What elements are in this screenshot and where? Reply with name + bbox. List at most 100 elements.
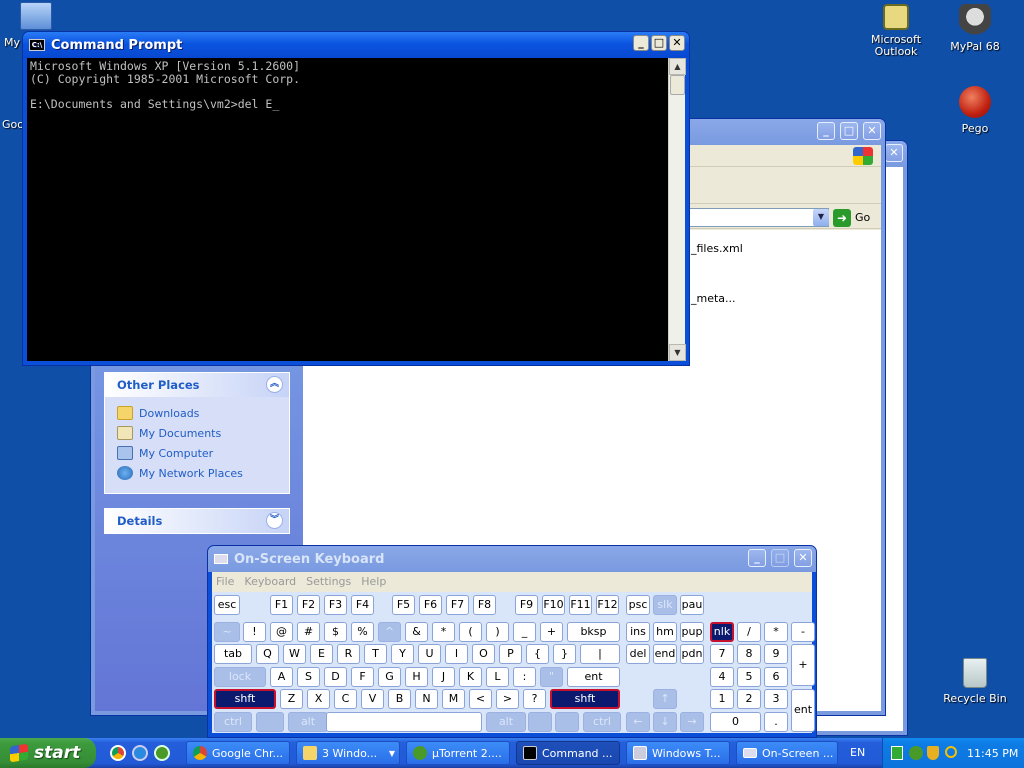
key-A[interactable]: A [270,667,293,687]
menu-settings[interactable]: Settings [306,575,351,588]
key-47[interactable]: / [737,622,761,642]
osk-window[interactable]: On-Screen Keyboard _ □ ✕ File Keyboard S… [207,545,817,738]
key-R[interactable]: R [337,644,360,664]
key-8[interactable]: 8 [737,644,761,664]
key-123[interactable]: { [526,644,549,664]
key-T[interactable]: T [364,644,387,664]
key-63[interactable]: ? [523,689,546,709]
key-1[interactable]: 1 [710,689,734,709]
panel-header[interactable]: Details ︾ [105,509,289,533]
menu-keyboard[interactable]: Keyboard [244,575,296,588]
place-my-documents[interactable]: My Documents [105,423,289,443]
chrome-quicklaunch-icon[interactable] [110,745,126,761]
key-hm[interactable]: hm [653,622,677,642]
key-F10[interactable]: F10 [542,595,565,615]
taskbar-item-osk[interactable]: On-Screen ... [736,741,838,765]
key-9[interactable]: 9 [764,644,788,664]
key-nlk[interactable]: nlk [710,622,734,642]
key-64[interactable]: @ [270,622,293,642]
taskbar-item-utorrent[interactable]: µTorrent 2.... [406,741,510,765]
key-pau[interactable]: pau [680,595,704,615]
key-K[interactable]: K [459,667,482,687]
key-shft[interactable]: shft [214,689,276,709]
scroll-thumb[interactable] [670,75,685,95]
key-J[interactable]: J [432,667,455,687]
collapse-icon[interactable]: ︽ [266,376,283,393]
key-F[interactable]: F [351,667,374,687]
key-35[interactable]: # [297,622,320,642]
key-126[interactable]: ~ [214,622,240,642]
key-bksp[interactable]: bksp [567,622,620,642]
ie-quicklaunch-icon[interactable] [132,745,148,761]
scroll-up-arrow[interactable]: ▲ [669,58,686,75]
key-slk[interactable]: slk [653,595,677,615]
key-G[interactable]: G [378,667,401,687]
key-F5[interactable]: F5 [392,595,415,615]
desktop-icon-google[interactable]: Goo [2,118,24,131]
minimize-button[interactable]: _ [817,122,835,140]
utorrent-quicklaunch-icon[interactable] [154,745,170,761]
key-2[interactable]: 2 [737,689,761,709]
key-shft[interactable]: shft [550,689,620,709]
desktop-icon-recycle-bin[interactable]: Recycle Bin [937,658,1013,705]
key-94[interactable]: ^ [378,622,401,642]
key-46[interactable]: . [764,712,788,732]
key-F8[interactable]: F8 [473,595,496,615]
title-bar[interactable]: C:\ Command Prompt [23,32,689,58]
key-40[interactable]: ( [459,622,482,642]
panel-header[interactable]: Other Places ︽ [105,373,289,397]
taskbar-item-windows-task[interactable]: Windows T... [626,741,730,765]
key-38[interactable]: & [405,622,428,642]
key-F6[interactable]: F6 [419,595,442,615]
list-item[interactable]: _files.xml [691,242,743,255]
close-button[interactable]: ✕ [794,549,812,567]
list-item[interactable]: _meta... [691,292,736,305]
maximize-button[interactable]: □ [651,35,667,51]
taskbar-item-chrome[interactable]: Google Chr... [186,741,290,765]
place-downloads[interactable]: Downloads [105,403,289,423]
menu-file[interactable]: File [216,575,234,588]
desktop-icon-outlook[interactable]: Microsoft Outlook [858,4,934,58]
key-36[interactable]: $ [324,622,347,642]
key-ins[interactable]: ins [626,622,650,642]
key-esc[interactable]: esc [214,595,240,615]
key-del[interactable]: del [626,644,650,664]
key-62[interactable]: > [496,689,519,709]
menu-help[interactable]: Help [361,575,386,588]
key-43[interactable]: + [540,622,563,642]
go-button[interactable]: ➜ Go [833,208,870,227]
start-button[interactable]: start [0,738,96,768]
key-43[interactable]: + [791,644,815,686]
key-41[interactable]: ) [486,622,509,642]
key-3[interactable]: 3 [764,689,788,709]
key-F9[interactable]: F9 [515,595,538,615]
shield-tray-icon[interactable] [927,746,939,760]
key-E[interactable]: E [310,644,333,664]
key-58[interactable]: : [513,667,536,687]
key-0[interactable]: 0 [710,712,761,732]
key-F7[interactable]: F7 [446,595,469,615]
key-blank[interactable] [256,712,284,732]
vertical-scrollbar[interactable]: ▲ ▼ [668,58,686,361]
key-psc[interactable]: psc [626,595,650,615]
key-8595[interactable]: ↓ [653,712,677,732]
key-4[interactable]: 4 [710,667,734,687]
minimize-button[interactable]: _ [748,549,766,567]
key-125[interactable]: } [553,644,576,664]
address-dropdown-icon[interactable]: ▼ [813,209,829,226]
key-37[interactable]: % [351,622,374,642]
key-H[interactable]: H [405,667,428,687]
clock[interactable]: 11:45 PM [967,747,1018,760]
key-D[interactable]: D [324,667,347,687]
key-124[interactable]: | [580,644,620,664]
key-ent[interactable]: ent [791,689,815,732]
key-alt[interactable]: alt [486,712,526,732]
key-blank[interactable] [528,712,552,732]
key-5[interactable]: 5 [737,667,761,687]
key-N[interactable]: N [415,689,438,709]
place-my-network-places[interactable]: My Network Places [105,463,289,483]
desktop-icon-pego[interactable]: Pego [937,86,1013,135]
key-7[interactable]: 7 [710,644,734,664]
key-U[interactable]: U [418,644,441,664]
place-my-computer[interactable]: My Computer [105,443,289,463]
